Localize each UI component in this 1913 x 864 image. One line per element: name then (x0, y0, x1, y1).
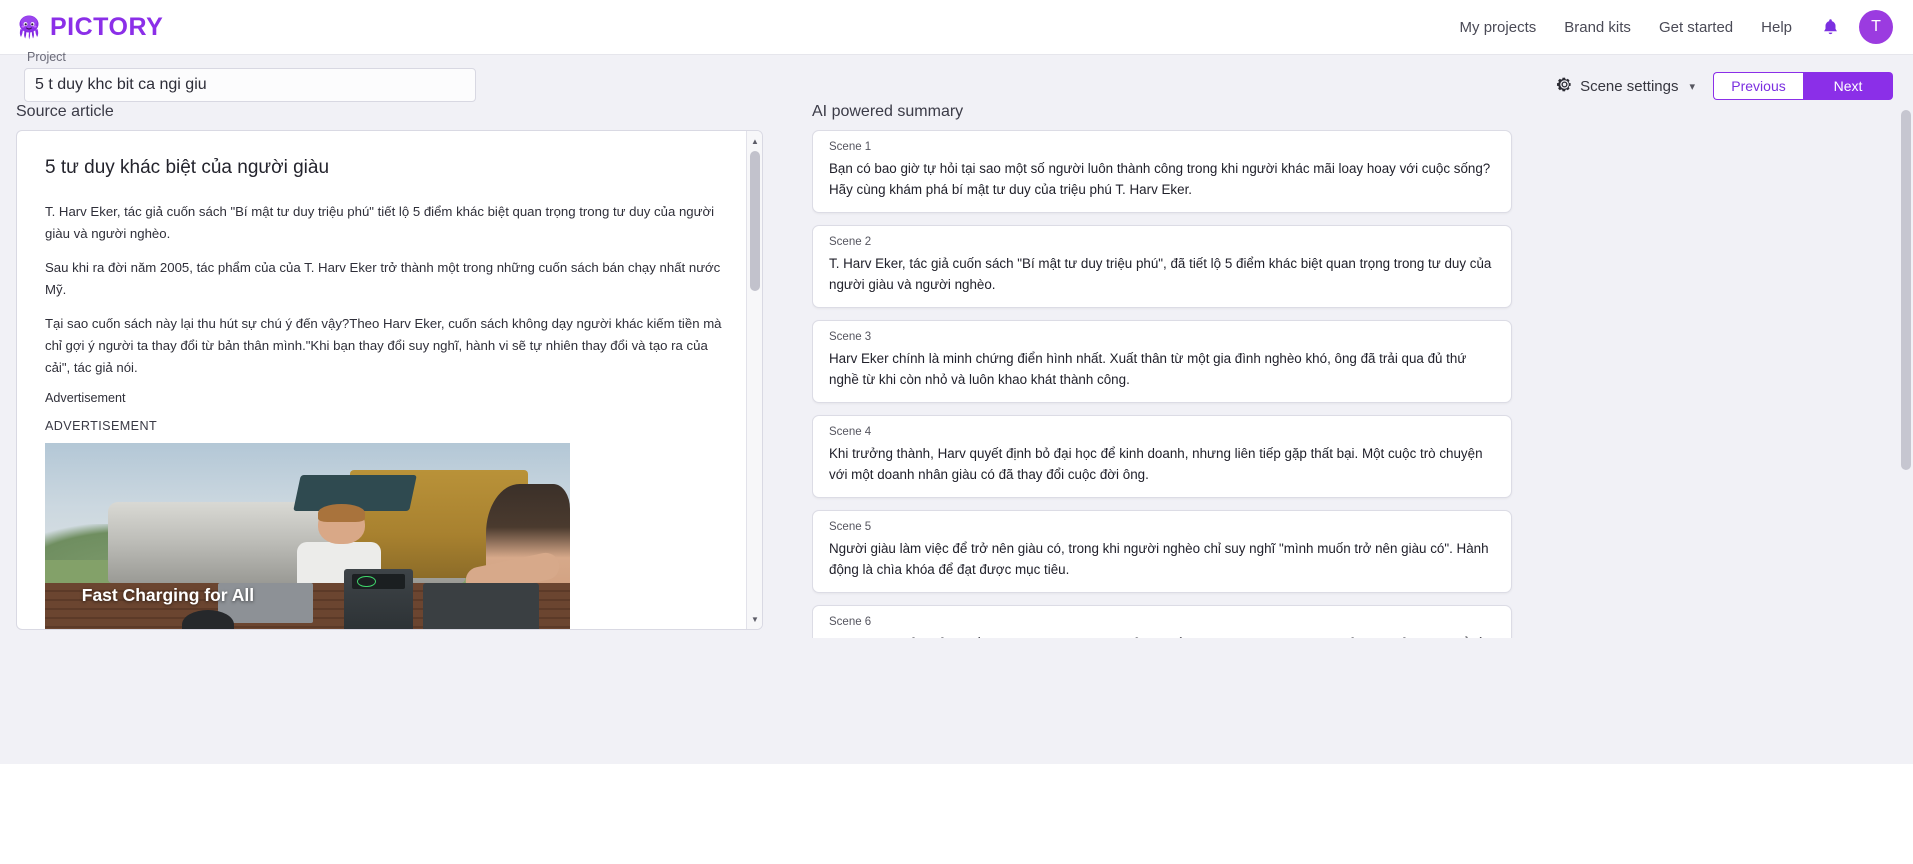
ad-power-indicator-icon (357, 575, 376, 587)
pictory-logo[interactable]: PICTORY (14, 12, 163, 42)
scene-label: Scene 2 (829, 236, 872, 248)
scene-toolbar: Scene settings ▾ Previous Next (1556, 72, 1893, 100)
gear-icon (1556, 76, 1573, 97)
scene-text[interactable]: Khi trưởng thành, Harv quyết định bỏ đại… (829, 443, 1495, 485)
octopus-icon (14, 12, 44, 42)
page-scrollbar[interactable] (1899, 55, 1913, 864)
scene-label: Scene 5 (829, 521, 872, 533)
scrollbar-thumb[interactable] (750, 151, 760, 291)
advertisement-label: ADVERTISEMENT (45, 419, 158, 433)
project-name-input[interactable] (24, 68, 476, 102)
article-title: 5 tư duy khác biệt của người giàu (45, 157, 330, 178)
bottom-white-strip (0, 764, 1913, 864)
scene-settings-button[interactable]: Scene settings ▾ (1556, 76, 1695, 97)
article-paragraph: T. Harv Eker, tác giả cuốn sách "Bí mật … (45, 204, 715, 241)
scene-card[interactable]: Scene 4 Khi trưởng thành, Harv quyết địn… (812, 415, 1512, 498)
nav-item-get-started[interactable]: Get started (1645, 19, 1747, 36)
ai-summary-heading: AI powered summary (812, 103, 964, 120)
scene-list: Scene 1 Bạn có bao giờ tự hỏi tại sao mộ… (812, 130, 1872, 638)
nav-item-my-projects[interactable]: My projects (1446, 19, 1551, 36)
next-button[interactable]: Next (1803, 72, 1893, 100)
ad-dark-case (423, 582, 539, 629)
chevron-down-icon[interactable]: ▾ (1689, 80, 1695, 93)
user-avatar[interactable]: T (1859, 10, 1893, 44)
scene-card[interactable]: Scene 6 Người giàu giỏi quản lý tiền bạc… (812, 605, 1512, 638)
logo-wordmark: PICTORY (50, 12, 164, 41)
source-article-heading: Source article (16, 103, 114, 120)
article-paragraph: Tại sao cuốn sách này lại thu hút sự chú… (45, 316, 722, 375)
scene-card[interactable]: Scene 1 Bạn có bao giờ tự hỏi tại sao mộ… (812, 130, 1512, 213)
scene-text[interactable]: Người giàu giỏi quản lý tiền bạc, người … (829, 633, 1495, 638)
nav-item-brand-kits[interactable]: Brand kits (1550, 19, 1645, 36)
project-label: Project (27, 50, 66, 64)
source-article-panel: 5 tư duy khác biệt của người giàu T. Har… (16, 130, 763, 630)
scene-card[interactable]: Scene 3 Harv Eker chính là minh chứng đi… (812, 320, 1512, 403)
nav-item-help[interactable]: Help (1747, 19, 1806, 36)
ai-summary-panel: Scene 1 Bạn có bao giờ tự hỏi tại sao mộ… (812, 130, 1897, 638)
scroll-down-arrow-icon[interactable]: ▼ (747, 611, 762, 627)
page-scrollbar-thumb[interactable] (1901, 110, 1911, 470)
scene-label: Scene 3 (829, 331, 872, 343)
scroll-up-arrow-icon[interactable]: ▲ (747, 133, 762, 149)
advertisement-note: Advertisement (45, 391, 126, 405)
scene-settings-label: Scene settings (1580, 77, 1679, 95)
advertisement-image[interactable]: Fast Charging for All (45, 443, 570, 629)
source-article-scroll-area[interactable]: 5 tư duy khác biệt của người giàu T. Har… (17, 131, 740, 629)
article-paragraph: Sau khi ra đời năm 2005, tác phẩm của củ… (45, 260, 721, 297)
navigation-button-group: Previous Next (1713, 72, 1893, 100)
notification-bell-icon[interactable] (1822, 18, 1839, 37)
scene-text[interactable]: Bạn có bao giờ tự hỏi tại sao một số ngư… (829, 158, 1495, 200)
scene-label: Scene 1 (829, 141, 872, 153)
main-nav: My projects Brand kits Get started Help … (1446, 10, 1913, 44)
scene-text[interactable]: Người giàu làm việc để trở nên giàu có, … (829, 538, 1495, 580)
scene-label: Scene 6 (829, 616, 872, 628)
ad-caption-text: Fast Charging for All (81, 584, 255, 605)
scene-card[interactable]: Scene 2 T. Harv Eker, tác giả cuốn sách … (812, 225, 1512, 308)
project-name-block: Project (24, 50, 494, 102)
scene-card[interactable]: Scene 5 Người giàu làm việc để trở nên g… (812, 510, 1512, 593)
source-scrollbar[interactable]: ▲ ▼ (746, 131, 762, 629)
ad-person-hair (318, 503, 366, 522)
pictory-app-window: PICTORY My projects Brand kits Get start… (0, 0, 1913, 864)
previous-button[interactable]: Previous (1713, 72, 1803, 100)
scene-label: Scene 4 (829, 426, 872, 438)
scene-text[interactable]: Harv Eker chính là minh chứng điển hình … (829, 348, 1495, 390)
top-navigation-bar: PICTORY My projects Brand kits Get start… (0, 0, 1913, 55)
scene-text[interactable]: T. Harv Eker, tác giả cuốn sách "Bí mật … (829, 253, 1495, 295)
